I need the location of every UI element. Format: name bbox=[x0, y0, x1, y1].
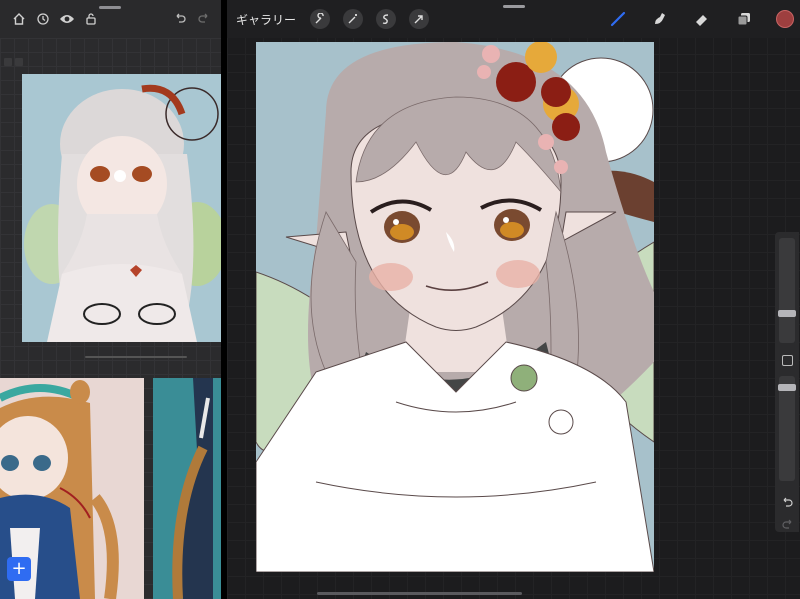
brush-size-slider[interactable] bbox=[779, 238, 795, 343]
selection-icon[interactable] bbox=[376, 9, 397, 29]
undo-icon[interactable] bbox=[171, 10, 189, 28]
app-top-handle[interactable] bbox=[503, 5, 525, 8]
left-split-app: + bbox=[0, 0, 221, 599]
magic-wand-icon[interactable] bbox=[343, 9, 364, 29]
eraser-icon[interactable] bbox=[692, 9, 712, 29]
lock-icon[interactable] bbox=[82, 10, 100, 28]
procreate-app: ギャラリー bbox=[227, 0, 800, 599]
left-toolbar bbox=[0, 0, 221, 38]
artwork-thumbnail-teal[interactable] bbox=[153, 378, 221, 599]
clock-icon[interactable] bbox=[34, 10, 52, 28]
drawing-canvas[interactable] bbox=[256, 42, 654, 572]
mini-tool-icon[interactable] bbox=[15, 58, 23, 66]
tool-palette bbox=[608, 0, 800, 38]
eye-icon[interactable] bbox=[58, 10, 76, 28]
opacity-slider[interactable] bbox=[779, 376, 795, 481]
brush-sidebar bbox=[775, 232, 799, 532]
color-swatch[interactable] bbox=[776, 10, 794, 28]
redo-icon[interactable] bbox=[195, 10, 213, 28]
redo-icon[interactable] bbox=[781, 516, 794, 529]
add-button[interactable]: + bbox=[7, 557, 31, 581]
modifier-button[interactable] bbox=[782, 355, 793, 366]
transform-arrow-icon[interactable] bbox=[409, 9, 430, 29]
home-indicator[interactable] bbox=[317, 592, 522, 595]
section-divider bbox=[85, 356, 187, 358]
gallery-button[interactable]: ギャラリー bbox=[236, 11, 296, 28]
brush-icon[interactable] bbox=[608, 9, 628, 29]
screen: + ギャラリー bbox=[0, 0, 800, 599]
artwork-thumbnail-elf-girl[interactable] bbox=[22, 74, 221, 342]
home-icon[interactable] bbox=[10, 10, 28, 28]
brush-size-handle[interactable] bbox=[778, 310, 796, 317]
smudge-icon[interactable] bbox=[650, 9, 670, 29]
reference-mini-toolbar bbox=[0, 56, 221, 68]
undo-icon[interactable] bbox=[781, 494, 794, 507]
layers-icon[interactable] bbox=[734, 9, 754, 29]
opacity-handle[interactable] bbox=[778, 384, 796, 391]
mini-tool-icon[interactable] bbox=[4, 58, 12, 66]
wrench-icon[interactable] bbox=[310, 9, 331, 29]
